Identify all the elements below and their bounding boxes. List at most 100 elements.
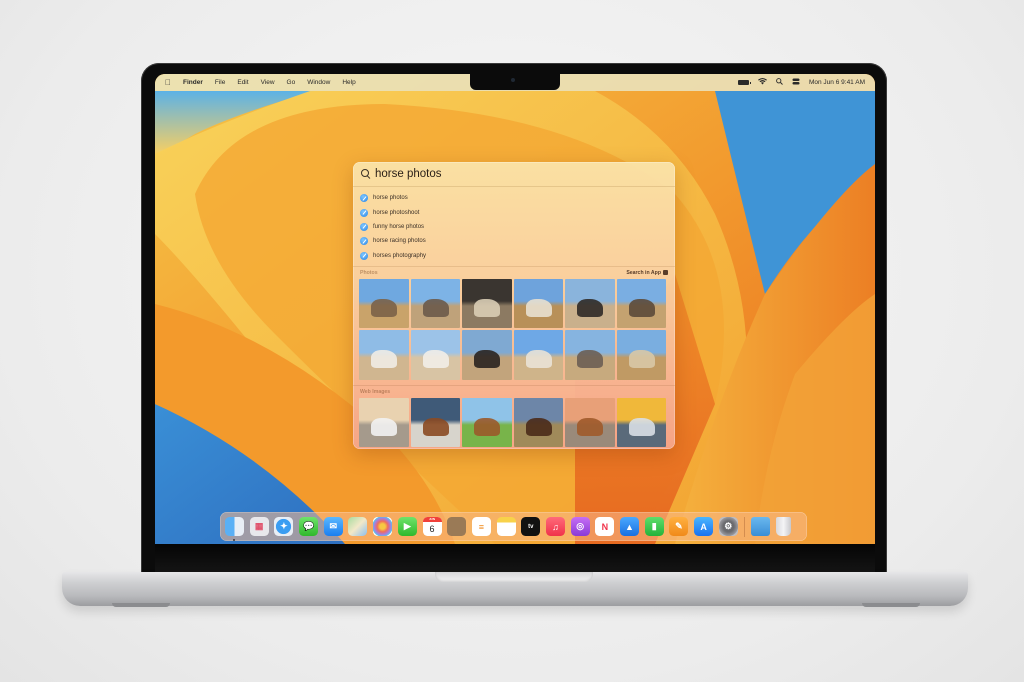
menu-edit[interactable]: Edit bbox=[237, 79, 248, 86]
suggestion-item[interactable]: horse photos bbox=[353, 191, 675, 205]
web-image-thumbnail[interactable] bbox=[616, 397, 666, 448]
suggestion-label: funny horse photos bbox=[373, 223, 425, 230]
menu-view[interactable]: View bbox=[261, 79, 275, 86]
suggestion-item[interactable]: funny horse photos bbox=[353, 220, 675, 234]
suggestion-list: horse photos horse photoshoot funny hors… bbox=[353, 187, 675, 263]
horse-figure bbox=[474, 417, 500, 436]
menu-clock[interactable]: Mon Jun 6 9:41 AM bbox=[809, 79, 865, 86]
numbers-glyph: ▮ bbox=[651, 521, 657, 531]
horse-figure bbox=[525, 298, 552, 317]
battery-icon[interactable] bbox=[737, 80, 751, 85]
dock-music-icon[interactable]: ♫ bbox=[545, 517, 565, 536]
search-in-app-button[interactable]: Search in App bbox=[626, 270, 668, 276]
lid-opening-groove bbox=[435, 572, 593, 582]
launchpad-glyph: ▦ bbox=[254, 521, 264, 531]
dock-podcasts-icon[interactable]: ◎ bbox=[570, 517, 590, 536]
pages-glyph: ✎ bbox=[675, 521, 683, 531]
horse-figure bbox=[422, 350, 449, 369]
horse-figure bbox=[525, 417, 552, 436]
web-image-thumbnail[interactable] bbox=[410, 397, 460, 448]
music-glyph: ♫ bbox=[552, 521, 559, 532]
photo-thumbnail[interactable] bbox=[565, 278, 615, 329]
suggestion-item[interactable]: horse racing photos bbox=[353, 234, 675, 248]
horse-figure bbox=[371, 350, 397, 369]
dock-system-settings-icon[interactable]: ⚙ bbox=[718, 517, 738, 536]
photo-thumbnail[interactable] bbox=[462, 278, 512, 329]
control-center-icon[interactable] bbox=[792, 78, 800, 87]
web-images-section-header: Web Images bbox=[353, 384, 675, 398]
web-image-thumbnail[interactable] bbox=[565, 397, 615, 448]
spotlight-search-input[interactable] bbox=[375, 168, 655, 180]
web-image-thumbnail[interactable] bbox=[359, 397, 409, 448]
dock-facetime-icon[interactable]: ▶ bbox=[397, 517, 417, 536]
photos-section-title: Photos bbox=[360, 269, 378, 276]
menu-app-name[interactable]: Finder bbox=[183, 79, 203, 86]
horse-figure bbox=[525, 350, 552, 369]
photo-thumbnail[interactable] bbox=[359, 330, 409, 380]
horse-figure bbox=[474, 298, 500, 317]
suggestion-label: horses photography bbox=[373, 252, 427, 259]
photo-thumbnail[interactable] bbox=[410, 330, 460, 380]
podcasts-glyph: ◎ bbox=[576, 521, 585, 531]
dock-pages-icon[interactable]: ✎ bbox=[669, 517, 689, 536]
dock-calendar-icon[interactable]: JUN 6 bbox=[422, 517, 442, 536]
suggestion-item[interactable]: horses photography bbox=[353, 249, 675, 263]
laptop-foot-left bbox=[112, 603, 170, 607]
dock-maps-icon[interactable] bbox=[348, 517, 368, 536]
photo-thumbnail[interactable] bbox=[462, 330, 512, 380]
dock-numbers-icon[interactable]: ▮ bbox=[644, 517, 664, 536]
photo-thumbnail[interactable] bbox=[513, 278, 563, 329]
dock-news-icon[interactable]: N bbox=[595, 517, 615, 536]
spotlight-search-bar bbox=[353, 162, 675, 187]
search-icon bbox=[361, 169, 371, 179]
photos-section-header: Photos Search in App bbox=[353, 265, 675, 279]
calendar-month: JUN bbox=[422, 517, 442, 522]
safari-glyph: ✦ bbox=[280, 521, 288, 531]
running-indicator bbox=[233, 539, 235, 541]
suggestion-label: horse photoshoot bbox=[373, 209, 420, 216]
spotlight-window: horse photos horse photoshoot funny hors… bbox=[353, 162, 675, 449]
search-icon[interactable] bbox=[776, 78, 783, 87]
dock-keynote-icon[interactable]: ▲ bbox=[620, 517, 639, 536]
dock-photos-icon[interactable] bbox=[373, 517, 393, 536]
keynote-glyph: ▲ bbox=[625, 521, 634, 532]
apple-logo-icon[interactable]:  bbox=[165, 78, 171, 87]
photo-thumbnail[interactable] bbox=[513, 330, 563, 380]
dock-safari-icon[interactable]: ✦ bbox=[274, 517, 294, 536]
suggestion-item[interactable]: horse photoshoot bbox=[353, 205, 675, 219]
menu-file[interactable]: File bbox=[215, 79, 225, 86]
dock-finder-icon[interactable] bbox=[225, 517, 244, 541]
web-images-grid bbox=[353, 397, 675, 448]
menu-window[interactable]: Window bbox=[307, 79, 330, 86]
dock-notes-icon[interactable] bbox=[496, 517, 516, 536]
horse-figure bbox=[628, 417, 655, 436]
wifi-icon[interactable] bbox=[757, 78, 767, 87]
photo-thumbnail[interactable] bbox=[616, 330, 666, 380]
menu-go[interactable]: Go bbox=[287, 79, 296, 86]
desktop-screen:  Finder File Edit View Go Window Help M… bbox=[155, 74, 875, 544]
web-image-thumbnail[interactable] bbox=[462, 397, 512, 448]
photo-thumbnail[interactable] bbox=[410, 278, 460, 329]
dock-contacts-icon[interactable] bbox=[447, 517, 467, 536]
dock-downloads-icon[interactable] bbox=[751, 517, 771, 536]
dock-tv-icon[interactable]: tv bbox=[521, 517, 541, 536]
dock-reminders-icon[interactable]: ≡ bbox=[471, 517, 491, 536]
horse-figure bbox=[577, 417, 603, 436]
suggestion-label: horse photos bbox=[373, 195, 408, 202]
web-images-title: Web Images bbox=[360, 388, 391, 395]
photo-thumbnail[interactable] bbox=[565, 330, 615, 380]
dock-app-store-icon[interactable]: A bbox=[694, 517, 714, 536]
menu-help[interactable]: Help bbox=[342, 79, 355, 86]
dock-launchpad-icon[interactable]: ▦ bbox=[249, 517, 269, 536]
dock-messages-icon[interactable]: 💬 bbox=[299, 517, 319, 536]
photo-thumbnail[interactable] bbox=[359, 278, 409, 329]
horse-figure bbox=[371, 417, 397, 436]
web-image-thumbnail[interactable] bbox=[513, 397, 563, 448]
horse-figure bbox=[422, 417, 449, 436]
dock-trash-icon[interactable] bbox=[776, 517, 792, 536]
safari-icon bbox=[360, 237, 368, 246]
search-in-app-label: Search in App bbox=[626, 269, 661, 276]
horse-figure bbox=[577, 350, 603, 369]
photo-thumbnail[interactable] bbox=[616, 278, 666, 329]
dock-mail-icon[interactable]: ✉ bbox=[323, 517, 343, 536]
